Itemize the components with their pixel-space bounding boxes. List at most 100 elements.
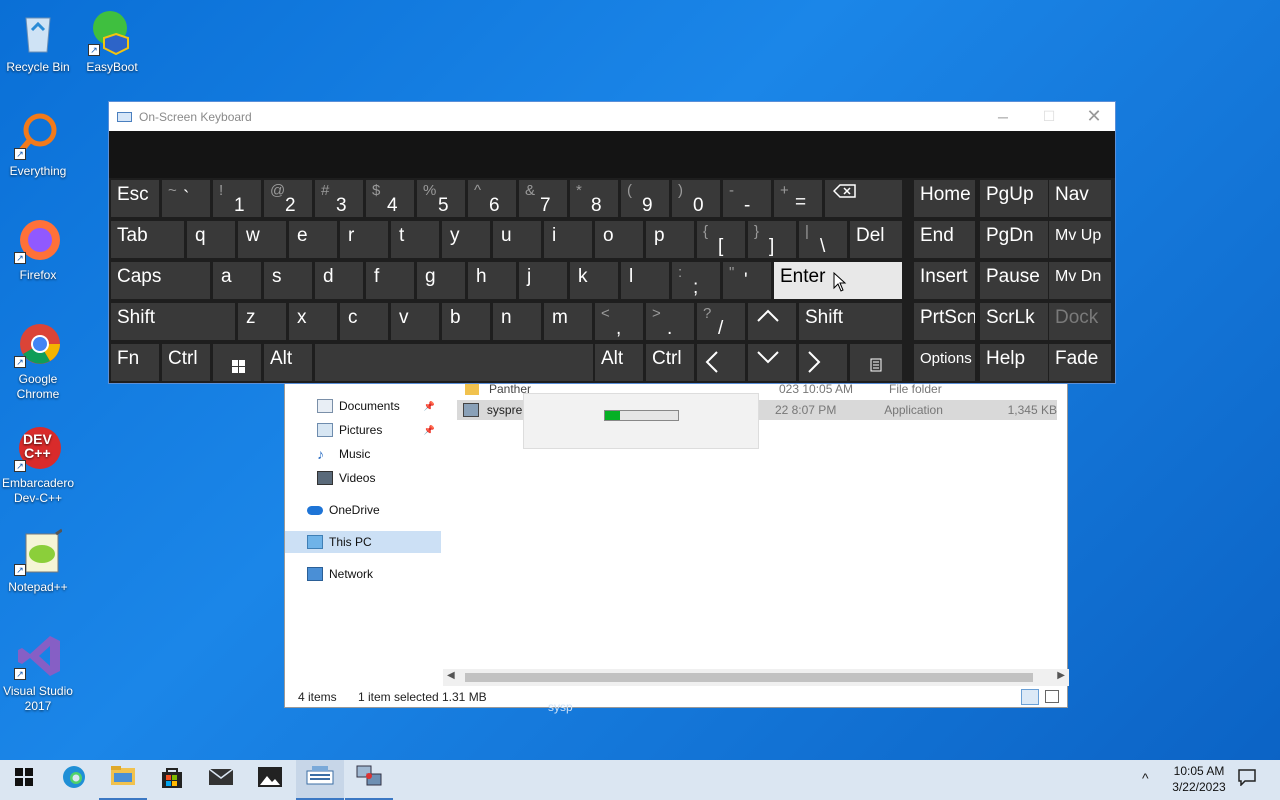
close-button[interactable]: ✕ [1071, 102, 1117, 131]
key-space[interactable] [315, 344, 593, 381]
key-1[interactable]: ! 1 [213, 180, 261, 217]
key-c[interactable]: c [340, 303, 388, 340]
nav-item-onedrive[interactable]: OneDrive [285, 499, 441, 521]
key-caps[interactable]: Caps [111, 262, 210, 299]
desktop-icon-everything[interactable]: ↗ Everything [0, 112, 76, 179]
nav-item-pictures[interactable]: Pictures 📌 [285, 419, 441, 441]
key-prtscn[interactable]: PrtScn [914, 303, 975, 340]
key-alt-left[interactable]: Alt [264, 344, 312, 381]
key-arrow-left[interactable] [697, 344, 745, 381]
key-m[interactable]: m [544, 303, 592, 340]
key-2[interactable]: @2 [264, 180, 312, 217]
large-icons-view-icon[interactable] [1045, 690, 1059, 703]
taskbar-sysprep[interactable] [345, 760, 393, 800]
key-scrlk[interactable]: ScrLk [980, 303, 1048, 340]
nav-item-videos[interactable]: Videos [285, 467, 441, 489]
nav-item-documents[interactable]: Documents 📌 [285, 395, 441, 417]
nav-item-network[interactable]: Network [285, 563, 441, 585]
key-l[interactable]: l [621, 262, 669, 299]
key-b[interactable]: b [442, 303, 490, 340]
key-dock[interactable]: Dock [1049, 303, 1111, 340]
maximize-button[interactable]: ☐ [1026, 102, 1072, 131]
key-i[interactable]: i [544, 221, 592, 258]
taskbar-edge[interactable] [50, 760, 98, 800]
key-comma[interactable]: <, [595, 303, 643, 340]
key-w[interactable]: w [238, 221, 286, 258]
key-9[interactable]: (9 [621, 180, 669, 217]
details-view-icon[interactable] [1021, 689, 1039, 705]
key-0[interactable]: ) 0 [672, 180, 720, 217]
key-v[interactable]: v [391, 303, 439, 340]
key-home[interactable]: Home [914, 180, 975, 217]
desktop-icon-easyboot[interactable]: ↗ EasyBoot [74, 8, 150, 75]
nav-item-this-pc[interactable]: This PC [285, 531, 441, 553]
desktop-icon-devcpp[interactable]: DEV C++ ↗ Embarcadero Dev-C++ [0, 424, 76, 506]
key-t[interactable]: t [391, 221, 439, 258]
key-menu[interactable] [850, 344, 902, 381]
taskbar-store[interactable] [148, 760, 196, 800]
key-pgdn[interactable]: PgDn [980, 221, 1048, 258]
key-backspace[interactable] [825, 180, 902, 217]
key-insert[interactable]: Insert [914, 262, 975, 299]
taskbar-mail[interactable] [197, 760, 245, 800]
key-a[interactable]: a [213, 262, 261, 299]
key-arrow-up[interactable] [748, 303, 796, 340]
desktop-icon-recycle-bin[interactable]: Recycle Bin [0, 8, 76, 75]
action-center-button[interactable] [1226, 760, 1268, 800]
desktop-icon-firefox[interactable]: ↗ Firefox [0, 216, 76, 283]
key-j[interactable]: j [519, 262, 567, 299]
key-mv-dn[interactable]: Mv Dn [1049, 262, 1111, 299]
start-button[interactable] [0, 760, 48, 800]
key-options[interactable]: Options [914, 344, 975, 381]
taskbar-clock[interactable]: 10:05 AM 3/22/2023 [1164, 763, 1234, 795]
key-p[interactable]: p [646, 221, 694, 258]
key-pgup[interactable]: PgUp [980, 180, 1048, 217]
key-bracket-right[interactable]: }] [748, 221, 796, 258]
key-nav[interactable]: Nav [1049, 180, 1111, 217]
key-o[interactable]: o [595, 221, 643, 258]
key-end[interactable]: End [914, 221, 975, 258]
key-period[interactable]: >. [646, 303, 694, 340]
key-f[interactable]: f [366, 262, 414, 299]
key-minus[interactable]: -- [723, 180, 771, 217]
key-esc[interactable]: Esc [111, 180, 159, 217]
scroll-right-icon[interactable]: ▶ [1057, 670, 1065, 681]
key-h[interactable]: h [468, 262, 516, 299]
key-bracket-left[interactable]: {[ [697, 221, 745, 258]
key-del[interactable]: Del [850, 221, 902, 258]
scrollbar-thumb[interactable] [465, 673, 1033, 682]
key-tilde[interactable]: ~ ` [162, 180, 210, 217]
key-x[interactable]: x [289, 303, 337, 340]
scroll-left-icon[interactable]: ◀ [447, 670, 455, 681]
key-slash[interactable]: ? / [697, 303, 745, 340]
key-ctrl-right[interactable]: Ctrl [646, 344, 694, 381]
key-u[interactable]: u [493, 221, 541, 258]
key-semicolon[interactable]: :; [672, 262, 720, 299]
key-quote[interactable]: " ' [723, 262, 771, 299]
key-alt-right[interactable]: Alt [595, 344, 643, 381]
key-arrow-down[interactable] [748, 344, 796, 381]
key-n[interactable]: n [493, 303, 541, 340]
nav-item-music[interactable]: ♪ Music [285, 443, 441, 465]
key-3[interactable]: #3 [315, 180, 363, 217]
key-8[interactable]: * 8 [570, 180, 618, 217]
desktop-icon-visual-studio[interactable]: ↗ Visual Studio 2017 [0, 632, 76, 714]
key-y[interactable]: y [442, 221, 490, 258]
show-hidden-icons-chevron-icon[interactable]: ^ [1142, 770, 1149, 786]
key-shift-right[interactable]: Shift [799, 303, 902, 340]
taskbar-on-screen-keyboard[interactable] [296, 760, 344, 800]
key-fade[interactable]: Fade [1049, 344, 1111, 381]
key-4[interactable]: $4 [366, 180, 414, 217]
minimize-button[interactable]: ─ [980, 102, 1026, 131]
key-z[interactable]: z [238, 303, 286, 340]
key-tab[interactable]: Tab [111, 221, 184, 258]
key-help[interactable]: Help [980, 344, 1048, 381]
key-k[interactable]: k [570, 262, 618, 299]
key-arrow-right[interactable] [799, 344, 847, 381]
key-fn[interactable]: Fn [111, 344, 159, 381]
key-mv-up[interactable]: Mv Up [1049, 221, 1111, 258]
taskbar-photos[interactable] [246, 760, 294, 800]
key-equals[interactable]: + = [774, 180, 822, 217]
key-e[interactable]: e [289, 221, 337, 258]
key-windows[interactable] [213, 344, 261, 381]
